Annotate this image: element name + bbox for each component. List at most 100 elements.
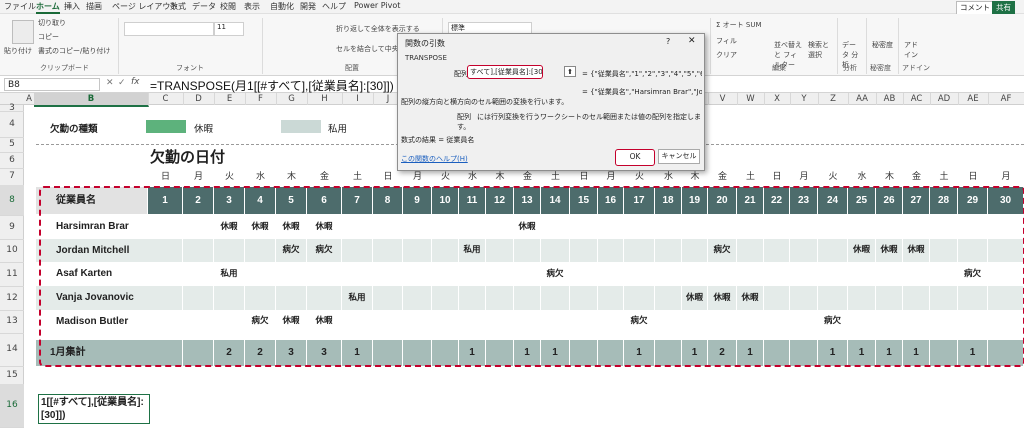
weekday-label[interactable]: 金 — [708, 168, 737, 185]
column-header[interactable]: G — [276, 93, 308, 105]
dialog-help-icon[interactable]: ? — [666, 37, 670, 46]
row-header[interactable]: 5 — [0, 137, 24, 153]
row-header[interactable]: 11 — [0, 262, 24, 287]
menu-tab[interactable]: 開発 — [300, 1, 316, 12]
menu-tab[interactable]: ファイル — [4, 1, 36, 12]
row-header[interactable]: 6 — [0, 152, 24, 169]
weekday-label[interactable]: 月 — [988, 168, 1024, 185]
row-header[interactable]: 14 — [0, 333, 24, 367]
weekday-label[interactable]: 土 — [930, 168, 958, 185]
font-size-dropdown[interactable]: 11 — [214, 22, 244, 36]
weekday-label[interactable]: 木 — [276, 168, 307, 185]
weekday-label[interactable]: 日 — [148, 168, 183, 185]
weekday-label[interactable]: 月 — [183, 168, 214, 185]
column-header[interactable]: W — [737, 93, 765, 105]
column-header[interactable]: Y — [790, 93, 819, 105]
weekday-label[interactable]: 木 — [876, 168, 903, 185]
function-name: TRANSPOSE — [405, 54, 447, 62]
function-help-link[interactable]: この関数のヘルプ(H) — [401, 154, 468, 164]
alignment-group-label: 配置 — [345, 64, 359, 72]
column-header[interactable]: AB — [876, 93, 904, 105]
dialog-close-icon[interactable]: ✕ — [688, 36, 696, 46]
row-header[interactable]: 13 — [0, 310, 24, 334]
row-header[interactable]: 9 — [0, 215, 24, 240]
clear-button[interactable]: クリア — [716, 50, 737, 60]
format-painter-button[interactable]: 書式のコピー/貼り付け — [38, 46, 110, 56]
row-header[interactable]: 7 — [0, 168, 24, 186]
menu-tab[interactable]: 描画 — [86, 1, 102, 12]
weekday-label[interactable]: 金 — [903, 168, 930, 185]
collapse-dialog-icon[interactable]: ⬆ — [564, 66, 576, 77]
menu-tab[interactable]: データ — [192, 1, 216, 12]
weekday-label[interactable]: 土 — [342, 168, 373, 185]
weekday-label[interactable]: 日 — [958, 168, 988, 185]
find-select-button[interactable]: 検索と 選択 — [808, 40, 838, 60]
weekday-label[interactable]: 水 — [848, 168, 876, 185]
column-header[interactable]: Z — [818, 93, 849, 105]
legend-personal-swatch — [281, 120, 321, 133]
column-header[interactable]: I — [342, 93, 374, 105]
ribbon-separator — [898, 18, 899, 74]
menu-tab[interactable]: Power Pivot — [354, 1, 400, 10]
enter-formula-icon[interactable]: ✓ — [118, 78, 126, 88]
column-header[interactable]: AA — [848, 93, 877, 105]
font-name-dropdown[interactable] — [124, 22, 214, 36]
weekday-label[interactable]: 火 — [214, 168, 245, 185]
column-header[interactable]: X — [764, 93, 791, 105]
share-button[interactable]: 共有 — [992, 1, 1015, 15]
row-header[interactable]: 4 — [0, 111, 24, 138]
menu-tab[interactable]: ホーム — [36, 1, 60, 14]
column-header[interactable]: B — [34, 93, 149, 107]
column-header[interactable]: V — [708, 93, 738, 105]
sensitivity-button[interactable]: 秘密度 — [872, 40, 894, 50]
column-header[interactable]: AD — [930, 93, 959, 105]
menu-tab[interactable]: 校閲 — [220, 1, 236, 12]
array-arg-input[interactable]: すべて],[従業員名]:[30]] — [467, 65, 543, 79]
formula-result-label: 数式の結果 = — [401, 136, 445, 144]
column-header[interactable]: F — [245, 93, 277, 105]
cancel-button[interactable]: キャンセル — [658, 149, 700, 164]
paste-icon[interactable] — [12, 20, 34, 44]
fill-button[interactable]: フィル — [716, 36, 737, 46]
menu-tab[interactable]: 自動化 — [270, 1, 294, 12]
column-header[interactable]: C — [148, 93, 184, 105]
menu-tab[interactable]: ヘルプ — [322, 1, 346, 12]
menu-tab[interactable]: ページ レイアウト — [112, 1, 178, 12]
sheet-title: 欠勤の日付 — [150, 148, 226, 166]
row-header[interactable]: 8 — [0, 185, 24, 216]
column-header[interactable]: D — [183, 93, 215, 105]
autosum-button[interactable]: Σ オート SUM — [716, 20, 762, 30]
weekday-label[interactable]: 火 — [818, 168, 848, 185]
paste-label[interactable]: 貼り付け — [4, 46, 32, 56]
weekday-label[interactable]: 水 — [245, 168, 276, 185]
weekday-label[interactable]: 日 — [764, 168, 790, 185]
menu-tab[interactable]: 表示 — [244, 1, 260, 12]
name-box[interactable]: B8 — [4, 78, 100, 91]
dialog-title: 関数の引数 — [405, 39, 445, 48]
column-header[interactable]: AC — [903, 93, 931, 105]
column-header[interactable]: H — [307, 93, 343, 105]
formula-input[interactable]: =TRANSPOSE(月1[[#すべて],[従業員名]:[30]]) — [150, 77, 394, 94]
column-header[interactable]: AE — [958, 93, 989, 105]
active-cell-b16[interactable]: 1[[#すべて],[従業員名]:[30]]) — [38, 394, 150, 424]
comment-button[interactable]: コメント — [956, 1, 994, 15]
row-header[interactable]: 16 — [0, 384, 24, 428]
argument-description-name: 配列 — [457, 113, 471, 121]
insert-function-icon[interactable]: fx — [131, 77, 140, 87]
column-header[interactable]: E — [214, 93, 246, 105]
weekday-label[interactable]: 土 — [737, 168, 764, 185]
copy-button[interactable]: コピー — [38, 32, 59, 42]
weekday-label[interactable]: 月 — [790, 168, 818, 185]
function-result-preview: = {"従業員名","Harsimran Brar","Jo... — [582, 88, 702, 96]
cancel-formula-icon[interactable]: ✕ — [106, 78, 114, 88]
weekday-label[interactable]: 金 — [307, 168, 342, 185]
row-header[interactable]: 12 — [0, 286, 24, 311]
addins-button[interactable]: アド イン — [904, 40, 922, 60]
menu-tab[interactable]: 挿入 — [64, 1, 80, 12]
column-header[interactable]: AF — [988, 93, 1024, 105]
row-header[interactable]: 15 — [0, 366, 24, 385]
row-header[interactable]: 10 — [0, 239, 24, 263]
ok-button[interactable]: OK — [615, 149, 655, 166]
cut-button[interactable]: 切り取り — [38, 18, 66, 28]
menu-tab[interactable]: 数式 — [170, 1, 186, 12]
